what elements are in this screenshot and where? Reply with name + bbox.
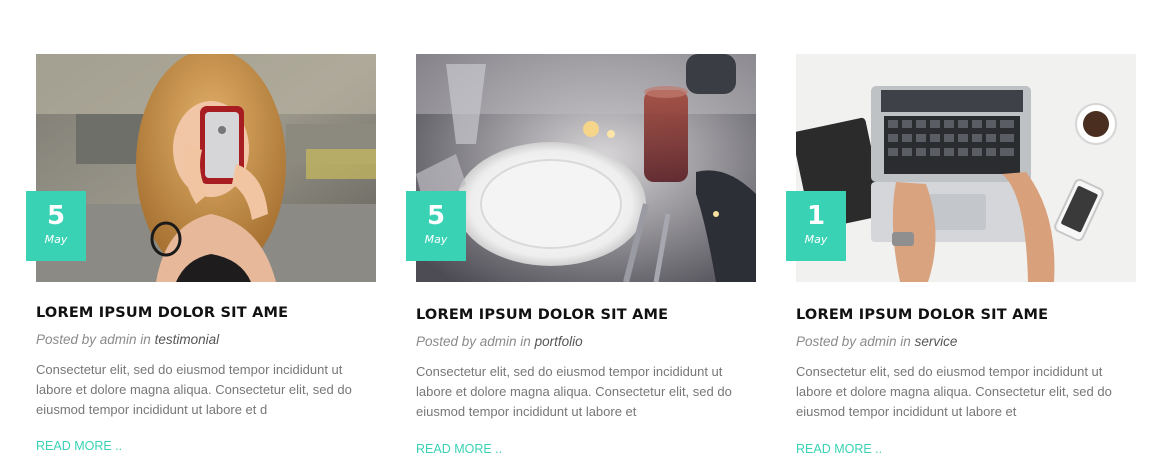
- posted-by-text: Posted by admin in: [416, 334, 535, 349]
- date-day: 1: [806, 201, 826, 231]
- date-month: May: [44, 233, 68, 246]
- date-day: 5: [46, 201, 66, 231]
- posted-by-text: Posted by admin in: [796, 334, 915, 349]
- post-category-link[interactable]: testimonial: [155, 332, 220, 347]
- post-excerpt: Consectetur elit, sed do eiusmod tempor …: [416, 364, 732, 419]
- post-meta: Posted by admin in testimonial: [36, 331, 376, 349]
- post-title[interactable]: LOREM IPSUM DOLOR SIT AME: [796, 306, 1136, 324]
- date-month: May: [804, 233, 828, 246]
- woman-phone-photo: [36, 54, 376, 282]
- post-meta: Posted by admin in service: [796, 333, 1136, 351]
- blog-section: 5 May LOREM IPSUM DOLOR SIT AME Posted b…: [0, 0, 1169, 471]
- date-day: 5: [426, 201, 446, 231]
- blog-post-card: 1 May LOREM IPSUM DOLOR SIT AME Posted b…: [786, 54, 1136, 458]
- post-category-link[interactable]: service: [915, 334, 958, 349]
- posted-by-text: Posted by admin in: [36, 332, 155, 347]
- post-category-link[interactable]: portfolio: [535, 334, 583, 349]
- laptop-desk-photo: [796, 54, 1136, 282]
- post-meta: Posted by admin in portfolio: [416, 333, 756, 351]
- table-setting-photo: [416, 54, 756, 282]
- read-more-link[interactable]: READ MORE ..: [416, 441, 502, 457]
- date-month: May: [424, 233, 448, 246]
- post-thumbnail[interactable]: 5 May: [26, 54, 376, 282]
- date-badge: 1 May: [786, 191, 846, 261]
- post-excerpt: Consectetur elit, sed do eiusmod tempor …: [796, 364, 1112, 419]
- blog-post-card: 5 May LOREM IPSUM DOLOR SIT AME Posted b…: [26, 54, 376, 455]
- post-thumbnail[interactable]: 5 May: [406, 54, 756, 282]
- read-more-link[interactable]: READ MORE ..: [796, 441, 882, 457]
- post-excerpt: Consectetur elit, sed do eiusmod tempor …: [36, 362, 352, 417]
- post-title[interactable]: LOREM IPSUM DOLOR SIT AME: [416, 306, 756, 324]
- post-title[interactable]: LOREM IPSUM DOLOR SIT AME: [36, 304, 376, 322]
- post-thumbnail[interactable]: 1 May: [786, 54, 1136, 282]
- read-more-link[interactable]: READ MORE ..: [36, 438, 122, 454]
- date-badge: 5 May: [406, 191, 466, 261]
- blog-post-card: 5 May LOREM IPSUM DOLOR SIT AME Posted b…: [406, 54, 756, 458]
- date-badge: 5 May: [26, 191, 86, 261]
